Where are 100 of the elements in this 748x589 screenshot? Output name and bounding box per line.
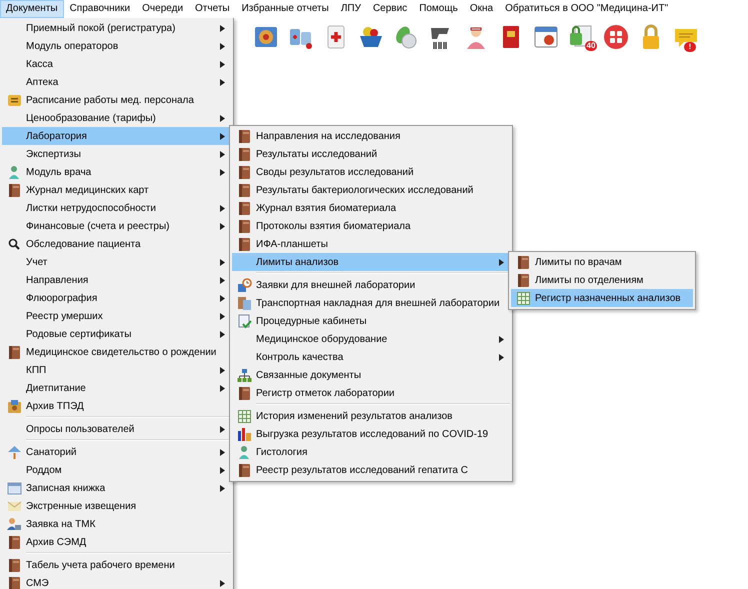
toolbar-button[interactable]: ! [671, 22, 700, 51]
menu-item-label: Табель учета рабочего времени [26, 560, 176, 570]
menu-bar-item[interactable]: Окна [464, 0, 500, 18]
menu-item-label: Лимиты по отделениям [535, 274, 644, 286]
menu-item[interactable]: Заявки для внешней лаборатории [232, 276, 510, 294]
menu-item[interactable]: Гистология [232, 443, 510, 461]
menu-item[interactable]: Приемный покой (регистратура) [2, 19, 231, 37]
menu-item[interactable]: ИФА-планшеты [232, 235, 510, 253]
menu-item-label: Журнал медицинских карт [26, 184, 150, 196]
menu-item-label: Результаты бактериологических исследований [256, 184, 474, 196]
menu-item-label: Записная книжка [26, 482, 106, 494]
menu-item[interactable]: Результаты бактериологических исследований [232, 181, 510, 199]
menu-bar-item[interactable]: Очереди [136, 0, 190, 18]
menu-bar-item[interactable]: ЛПУ [334, 0, 367, 18]
menu-item[interactable]: Расписание работы мед. персонала [2, 91, 231, 109]
menu-bar-item[interactable]: Помощь [413, 0, 464, 18]
menu-item[interactable]: Регистр назначенных анализов [511, 289, 693, 307]
menu-item[interactable]: Табель учета рабочего времени [2, 556, 231, 574]
book-icon [236, 386, 252, 400]
menu-item[interactable]: Лаборатория [2, 127, 231, 145]
menu-item[interactable]: Лимиты по отделениям [511, 271, 693, 289]
menu-item-label: Санаторий [26, 446, 78, 458]
menu-item[interactable]: Медицинское оборудование [232, 330, 510, 348]
menu-item[interactable]: Журнал взятия биоматериала [232, 199, 510, 217]
house-icon [6, 444, 22, 460]
toolbar-button[interactable]: 40 [566, 22, 595, 51]
menu-item[interactable]: Учет [2, 253, 231, 271]
menu-bar-item[interactable]: Сервис [366, 0, 414, 18]
menu-item[interactable]: Касса [2, 55, 231, 73]
menu-item[interactable]: Регистр отметок лаборатории [232, 384, 510, 402]
person-icon [236, 444, 252, 460]
menu-item[interactable]: КПП [2, 361, 231, 379]
menu-item[interactable]: Родовые сертификаты [2, 325, 231, 343]
menu-item[interactable]: СМЭ [2, 574, 231, 589]
menu-item-label: Модуль врача [26, 166, 92, 178]
menu-item-label: Модуль операторов [26, 40, 120, 52]
envelope-icon [6, 498, 22, 514]
menu-bar-item[interactable]: Обратиться в ООО "Медицина-ИТ" [499, 0, 674, 18]
menu-item[interactable]: Флюорография [2, 289, 231, 307]
menu-item-label: Приемный покой (регистратура) [26, 22, 176, 34]
menu-item[interactable]: Листки нетрудоспособности [2, 199, 231, 217]
book-icon [236, 128, 252, 144]
menu-item[interactable]: Записная книжка [2, 479, 231, 497]
menu-item[interactable]: Направления на исследования [232, 127, 510, 145]
menu-item-label: Лаборатория [26, 130, 88, 142]
menu-item[interactable]: Связанные документы [232, 366, 510, 384]
book-icon [236, 146, 252, 162]
menu-item[interactable]: Реестр умерших [2, 307, 231, 325]
menu-item[interactable]: Опросы пользователей [2, 420, 231, 438]
menu-item[interactable]: Транспортная накладная для внешней лаборатории [232, 294, 510, 312]
menu-item[interactable]: Выгрузка результатов исследований по COVID-19 [232, 425, 510, 443]
menu-item[interactable]: Санаторий [2, 443, 231, 461]
menu-bar-item[interactable]: Документы [0, 0, 64, 18]
book-icon [236, 200, 252, 216]
menu-item[interactable]: Процедурные кабинеты [232, 312, 510, 330]
table-icon [236, 408, 252, 424]
menu-item[interactable]: Архив ТПЭД [2, 397, 231, 415]
menu-item[interactable]: Архив СЭМД [2, 533, 231, 551]
menu-bar-item[interactable]: Отчеты [189, 0, 236, 18]
menu-item[interactable]: Протоколы взятия биоматериала [232, 217, 510, 235]
menu-item[interactable]: Диетпитание [2, 379, 231, 397]
menu-item[interactable]: Обследование пациента [2, 235, 231, 253]
book-icon [6, 344, 22, 360]
menu-item-label: Протоколы взятия биоматериала [256, 220, 412, 232]
menu-item[interactable]: Медицинское свидетельство о рождении [2, 343, 231, 361]
hierarchy-icon [236, 368, 252, 382]
menu-bar-item[interactable]: Избранные отчеты [236, 0, 335, 18]
menu-item[interactable]: Лимиты анализов [232, 253, 510, 271]
menu-item[interactable]: Финансовые (счета и реестры) [2, 217, 231, 235]
menu-item-label: Своды результатов исследований [256, 166, 415, 178]
menu-item-label: История изменений результатов анализов [256, 410, 454, 422]
menu-item[interactable]: Своды результатов исследований [232, 163, 510, 181]
person-icon [6, 164, 22, 180]
book-icon [236, 462, 252, 478]
menu-item[interactable]: Направления [2, 271, 231, 289]
menu-item[interactable]: Контроль качества [232, 348, 510, 366]
book-icon [6, 558, 22, 572]
menu-item[interactable]: Модуль врача [2, 163, 231, 181]
book-icon [516, 272, 530, 288]
menu-item[interactable]: Модуль операторов [2, 37, 231, 55]
menu-item[interactable]: Экспертизы [2, 145, 231, 163]
menu-item[interactable]: Лимиты по врачам [511, 253, 693, 271]
menu-item[interactable]: Реестр результатов исследований гепатита С [232, 461, 510, 479]
menu-item-label: Процедурные кабинеты [256, 316, 368, 326]
book-icon [6, 576, 22, 589]
menu-item-label: Лимиты анализов [256, 256, 340, 268]
window-icon [6, 480, 22, 496]
menu-item[interactable]: Аптека [2, 73, 231, 91]
menu-item[interactable]: Роддом [2, 461, 231, 479]
checklist-icon [236, 314, 252, 328]
book-icon [236, 236, 252, 252]
menu-bar-item[interactable]: Справочники [64, 0, 136, 18]
book-icon [6, 182, 22, 198]
menu-item[interactable]: Ценообразование (тарифы) [2, 109, 231, 127]
menu-item[interactable]: Журнал медицинских карт [2, 181, 231, 199]
menu-item-label: Ценообразование (тарифы) [26, 112, 157, 124]
menu-item[interactable]: Экстренные извещения [2, 497, 231, 515]
menu-item[interactable]: Результаты исследований [232, 145, 510, 163]
menu-item[interactable]: Заявка на ТМК [2, 515, 231, 533]
menu-item[interactable]: История изменений результатов анализов [232, 407, 510, 425]
